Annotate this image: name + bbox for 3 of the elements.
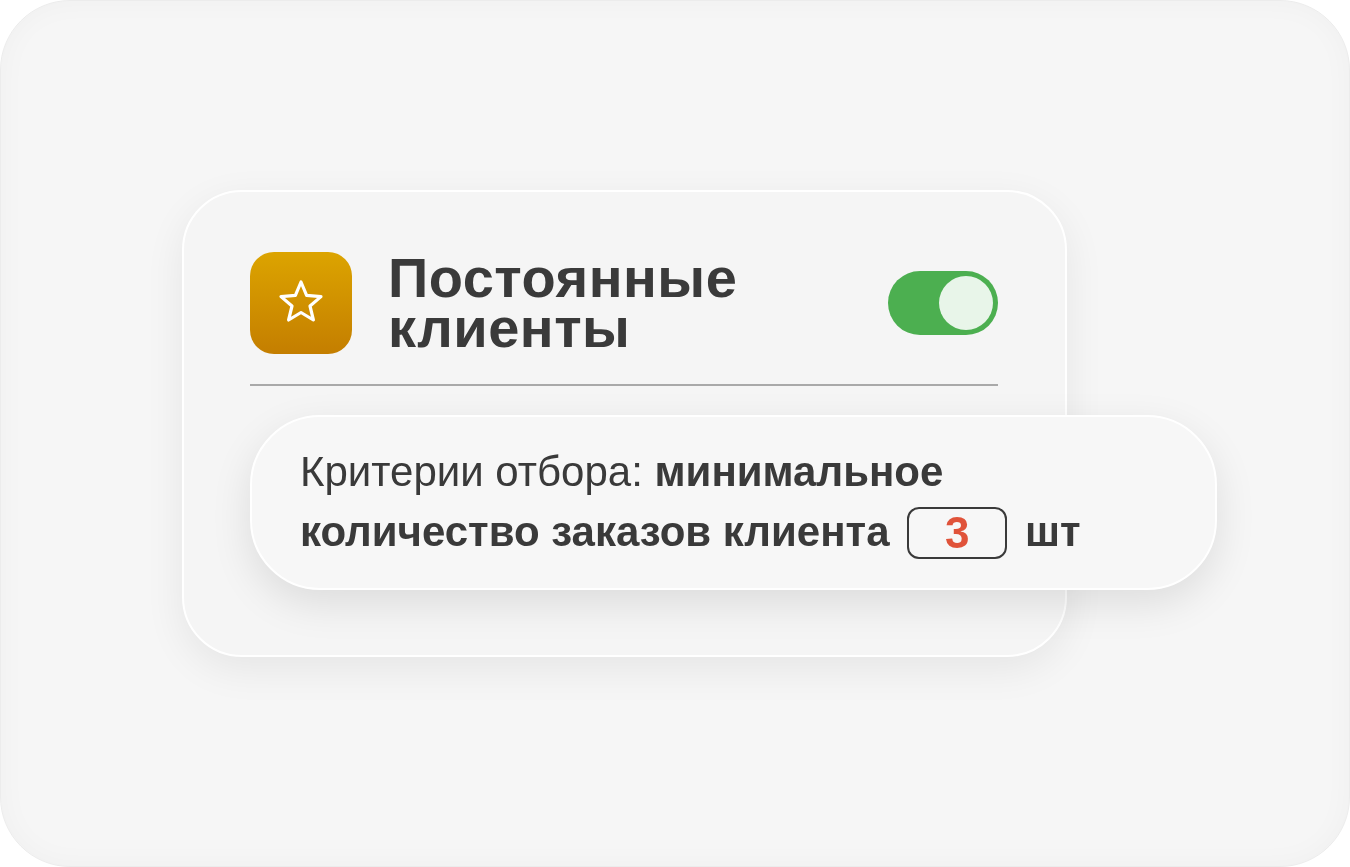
order-count-field[interactable]: 3	[907, 506, 1008, 559]
card-title: Постоянные клиенты	[388, 253, 739, 353]
unit-label: шт	[1024, 508, 1081, 555]
